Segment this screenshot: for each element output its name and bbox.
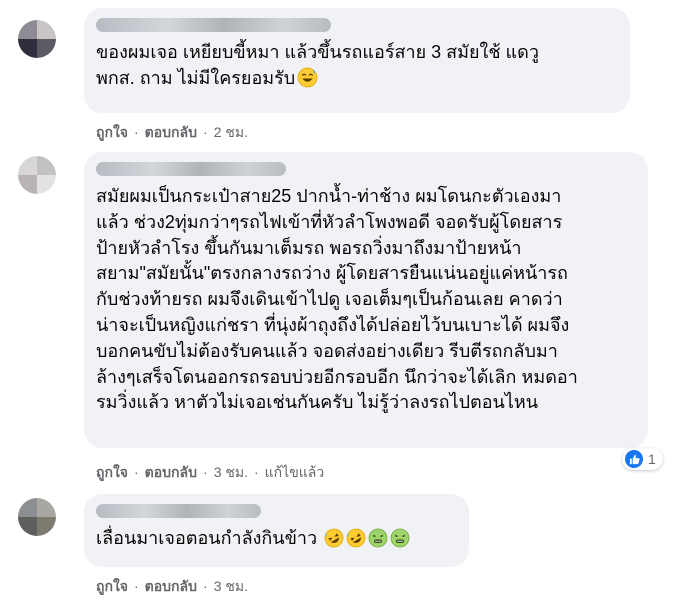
like-link[interactable]: ถูกใจ <box>96 578 128 594</box>
comment-actions: ถูกใจ · ตอบกลับ · 3 ชม. · แก้ไขแล้ว <box>96 464 325 480</box>
commenter-name-blurred[interactable] <box>96 162 286 176</box>
comment-bubble: ของผมเจอ เหยียบขี้หมา แล้วขึ้นรถแอร์สาย … <box>84 8 630 113</box>
avatar[interactable] <box>18 20 56 58</box>
timestamp[interactable]: 3 ชม. <box>214 464 248 480</box>
avatar[interactable] <box>18 156 56 194</box>
comment-text: สมัยผมเป็นกระเป๋าสาย25 ปากน้ำ-ท่าช้าง ผม… <box>96 186 578 413</box>
like-link[interactable]: ถูกใจ <box>96 464 128 480</box>
commenter-name-blurred[interactable] <box>96 504 261 518</box>
comment-actions: ถูกใจ · ตอบกลับ · 3 ชม. <box>96 578 248 594</box>
comment-bubble: เลื่อนมาเจอตอนกำลังกินข้าว <box>84 494 469 567</box>
reply-link[interactable]: ตอบกลับ <box>145 464 197 480</box>
avatar[interactable] <box>18 498 56 536</box>
comment-text: เลื่อนมาเจอตอนกำลังกินข้าว <box>96 526 457 556</box>
timestamp[interactable]: 2 ชม. <box>214 124 248 140</box>
rofl-emoji-icon <box>324 528 344 556</box>
reply-link[interactable]: ตอบกลับ <box>145 124 197 140</box>
commenter-name-blurred[interactable] <box>96 18 331 32</box>
reply-link[interactable]: ตอบกลับ <box>145 578 197 594</box>
comment-bubble: สมัยผมเป็นกระเป๋าสาย25 ปากน้ำ-ท่าช้าง ผม… <box>84 152 648 448</box>
comment-actions: ถูกใจ · ตอบกลับ · 2 ชม. <box>96 124 248 140</box>
edited-label[interactable]: แก้ไขแล้ว <box>265 464 325 480</box>
rofl-emoji-icon <box>346 528 366 556</box>
nauseated-emoji-icon <box>368 528 388 556</box>
reaction-count: 1 <box>648 451 656 467</box>
comment-text: ของผมเจอ เหยียบขี้หมา แล้วขึ้นรถแอร์สาย … <box>96 40 618 96</box>
nauseated-emoji-icon <box>390 528 410 556</box>
like-reaction-icon <box>625 450 643 468</box>
comment-text-content: เลื่อนมาเจอตอนกำลังกินข้าว <box>96 528 318 548</box>
like-link[interactable]: ถูกใจ <box>96 124 128 140</box>
reaction-summary[interactable]: 1 <box>622 448 663 470</box>
timestamp[interactable]: 3 ชม. <box>214 578 248 594</box>
smile-sweat-emoji-icon <box>297 67 318 96</box>
